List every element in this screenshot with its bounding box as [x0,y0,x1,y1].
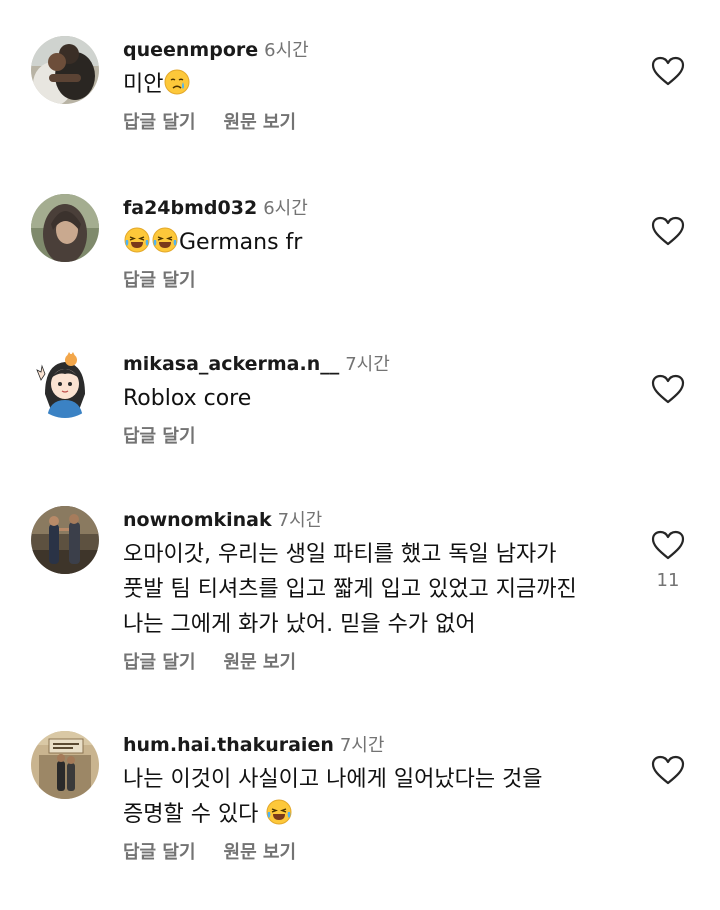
avatar[interactable] [31,506,99,574]
timestamp: 7시간 [339,735,385,756]
comment-body: nownomkinak 7시간 오마이갓, 우리는 생일 파티를 했고 독일 남자… [123,506,623,678]
crying-face-emoji-icon [164,69,190,95]
reply-button[interactable]: 답글 달기 [123,112,196,133]
see-translation-button[interactable]: 원문 보기 [224,652,297,673]
comment-actions: 답글 달기 [123,266,623,296]
heart-outline-icon[interactable] [651,216,685,246]
comment-text-line: 나는 그에게 화가 났어. 믿을 수가 없어 [123,612,476,637]
avatar[interactable] [31,36,99,104]
comment-text-line: 나는 이것이 사실이고 나에게 일어났다는 것을 [123,767,543,792]
comment-text: 오마이갓, 우리는 생일 파티를 했고 독일 남자가 풋발 팀 티셔츠를 입고 … [123,537,623,642]
heart-outline-icon[interactable] [651,374,685,404]
comment-meta: nownomkinak 7시간 [123,506,623,534]
comment-text-line: 오마이갓, 우리는 생일 파티를 했고 독일 남자가 [123,542,557,567]
comment-body: mikasa_ackerma.n__ 7시간 Roblox core 답글 달기 [123,350,623,452]
username[interactable]: nownomkinak [123,509,272,531]
heart-outline-icon[interactable] [651,755,685,785]
comment-text: 나는 이것이 사실이고 나에게 일어났다는 것을 증명할 수 있다 [123,762,623,832]
comment-text-content: Roblox core [123,386,252,411]
avatar[interactable] [31,350,99,418]
avatar[interactable] [31,731,99,799]
comment-actions: 답글 달기 원문 보기 [123,108,623,138]
laughing-face-emoji-icon [266,799,292,825]
reply-button[interactable]: 답글 달기 [123,842,196,863]
timestamp: 6시간 [264,40,309,61]
heart-outline-icon[interactable] [651,530,685,560]
timestamp: 7시간 [277,510,323,531]
comment-actions: 답글 달기 원문 보기 [123,648,623,678]
see-translation-button[interactable]: 원문 보기 [224,842,297,863]
like-count: 11 [656,570,680,591]
comment-text-content: 증명할 수 있다 [123,802,259,827]
username[interactable]: queenmpore [123,39,258,61]
comment-actions: 답글 달기 [123,422,623,452]
username[interactable]: mikasa_ackerma.n__ [123,353,339,375]
see-translation-button[interactable]: 원문 보기 [224,112,297,133]
username[interactable]: fa24bmd032 [123,197,257,219]
comment-meta: mikasa_ackerma.n__ 7시간 [123,350,623,378]
comment-actions: 답글 달기 원문 보기 [123,838,623,868]
comment-meta: queenmpore 6시간 [123,36,623,64]
comment-text-line: 풋발 팀 티셔츠를 입고 짧게 입고 있었고 지금까진 [123,577,577,602]
comment-body: hum.hai.thakuraien 7시간 나는 이것이 사실이고 나에게 일어… [123,731,623,868]
username[interactable]: hum.hai.thakuraien [123,734,334,756]
comment-text: Roblox core [123,381,623,416]
comment-meta: hum.hai.thakuraien 7시간 [123,731,623,759]
laughing-face-emoji-icon [124,227,150,253]
comment-text-content: Germans fr [179,230,303,255]
timestamp: 6시간 [263,198,308,219]
comment-text-line: 증명할 수 있다 [123,797,623,832]
comment-text-content: 미안 [123,72,164,97]
comment-text: Germans fr [123,225,623,260]
laughing-face-emoji-icon [152,227,178,253]
comment-meta: fa24bmd032 6시간 [123,194,623,222]
comment-body: queenmpore 6시간 미안 답글 달기 원문 보기 [123,36,623,138]
comment-body: fa24bmd032 6시간 Germans fr 답글 달기 [123,194,623,296]
reply-button[interactable]: 답글 달기 [123,270,196,291]
reply-button[interactable]: 답글 달기 [123,652,196,673]
comment-text: 미안 [123,67,623,102]
reply-button[interactable]: 답글 달기 [123,426,196,447]
avatar[interactable] [31,194,99,262]
timestamp: 7시간 [345,354,390,375]
heart-outline-icon[interactable] [651,56,685,86]
